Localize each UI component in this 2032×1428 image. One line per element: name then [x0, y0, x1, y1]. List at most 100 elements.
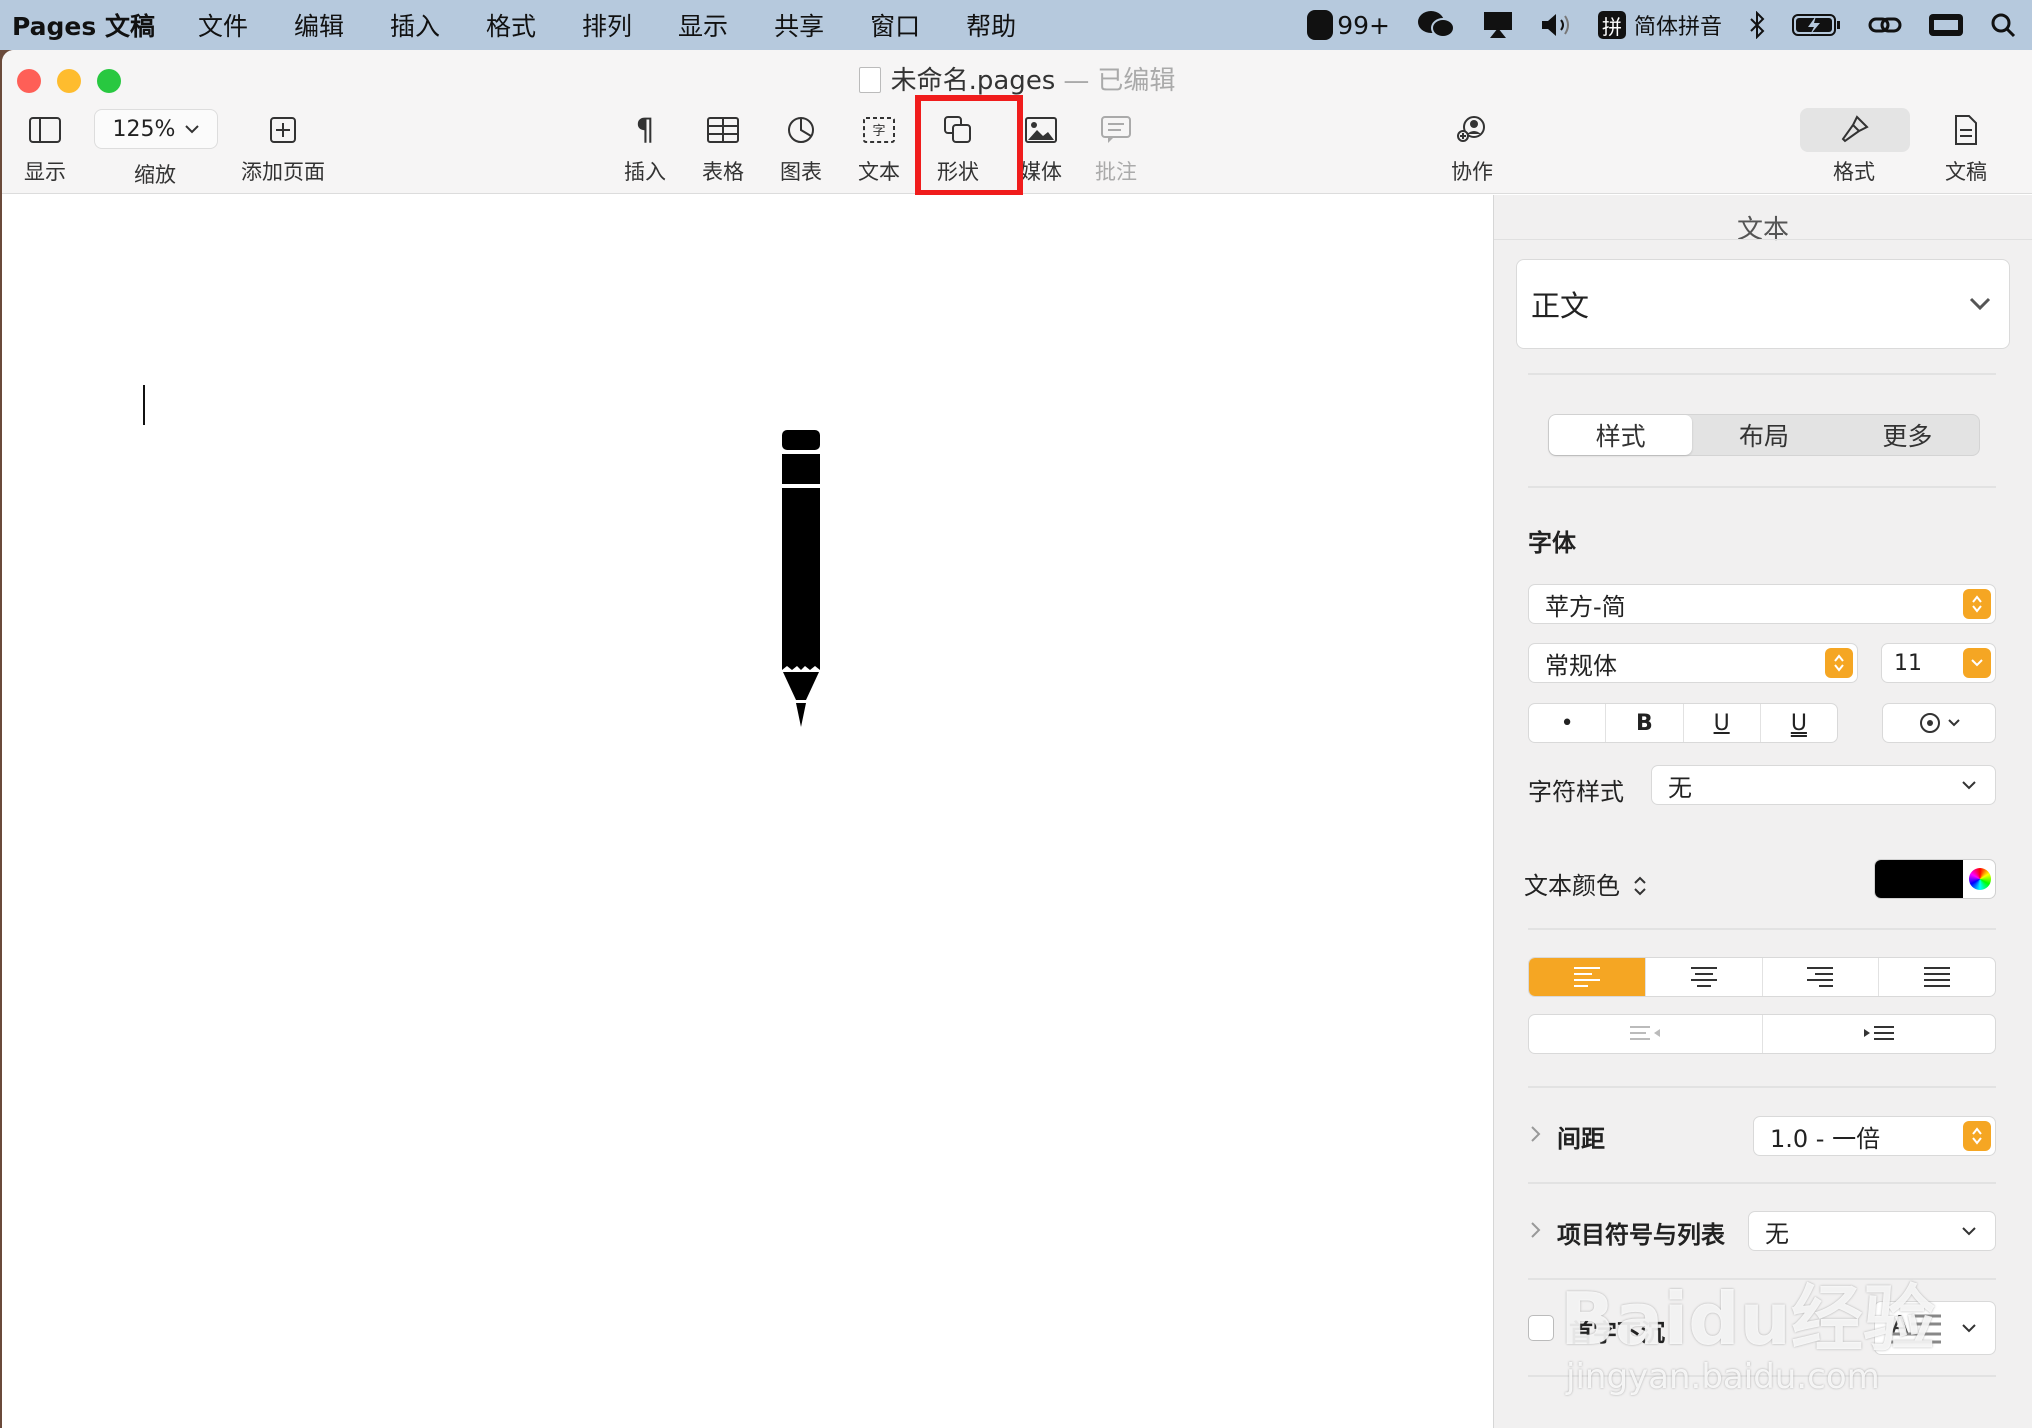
color-swatch: [1875, 860, 1963, 898]
format-inspector: 文本 正文 样式 布局 更多 字体 苹方-简 常规体 11 • B U U 字符…: [1493, 195, 2032, 1428]
increase-indent-button[interactable]: [1763, 1015, 1996, 1053]
insert-button[interactable]: ¶ 插入: [624, 108, 666, 186]
pencil-shape[interactable]: [782, 430, 822, 730]
align-right-button[interactable]: [1763, 958, 1880, 996]
table-icon: [707, 108, 739, 152]
dropcap-checkbox[interactable]: [1528, 1315, 1554, 1341]
double-underline-button[interactable]: U: [1761, 704, 1837, 742]
window-title: 未命名.pages — 已编辑: [2, 60, 2032, 97]
document-canvas[interactable]: [2, 195, 1493, 1428]
text-box-icon: 字: [863, 108, 895, 152]
chevron-down-icon: [1963, 648, 1991, 678]
divider: [1494, 239, 2032, 240]
comment-label: 批注: [1095, 160, 1137, 184]
font-weight-select[interactable]: 常规体: [1528, 643, 1858, 683]
spacing-value: 1.0 - 一倍: [1770, 1124, 1881, 1153]
char-style-select[interactable]: 无: [1651, 765, 1996, 805]
document-button[interactable]: 文稿: [1945, 108, 1987, 186]
justify-button[interactable]: [1879, 958, 1995, 996]
image-icon: [1025, 108, 1057, 152]
align-center-button[interactable]: [1646, 958, 1763, 996]
document-label: 文稿: [1945, 160, 1987, 184]
up-down-chevron-icon: [1633, 876, 1646, 896]
document-name: 未命名.pages: [890, 66, 1056, 96]
align-left-button[interactable]: [1529, 958, 1646, 996]
menu-view[interactable]: 显示: [678, 7, 728, 43]
advanced-options-button[interactable]: [1882, 703, 1996, 743]
view-button[interactable]: 显示: [24, 108, 66, 186]
text-color-label-text: 文本颜色: [1524, 872, 1620, 900]
chevron-right-icon[interactable]: [1530, 1221, 1542, 1239]
spotlight-search-icon[interactable]: [1990, 12, 2016, 38]
paragraph-style-select[interactable]: 正文: [1516, 259, 2010, 349]
menu-bar: Pages 文稿 文件 编辑 插入 格式 排列 显示 共享 窗口 帮助 99+ …: [0, 0, 2032, 50]
media-label: 媒体: [1020, 160, 1062, 184]
menu-app-name[interactable]: Pages 文稿: [12, 7, 155, 43]
bluetooth-icon[interactable]: [1748, 11, 1766, 39]
link-icon[interactable]: [1868, 13, 1902, 37]
ime-label: 简体拼音: [1633, 15, 1722, 40]
battery-icon[interactable]: [1792, 12, 1842, 38]
menu-window[interactable]: 窗口: [870, 7, 920, 43]
font-section-label: 字体: [1528, 529, 1576, 557]
wechat-icon[interactable]: [1416, 9, 1456, 41]
font-family-select[interactable]: 苹方-简: [1528, 584, 1996, 624]
inspector-title: 文本: [1736, 215, 1789, 245]
spacing-label[interactable]: 间距: [1557, 1119, 1605, 1154]
menu-insert[interactable]: 插入: [390, 7, 440, 43]
char-style-value: 无: [1668, 773, 1692, 802]
bullet-style-button[interactable]: •: [1529, 704, 1607, 742]
indent-buttons: [1528, 1014, 1996, 1054]
decrease-indent-icon: [1630, 1026, 1661, 1040]
menu-help[interactable]: 帮助: [966, 7, 1016, 43]
comment-button[interactable]: 批注: [1095, 108, 1137, 186]
text-color-well[interactable]: [1874, 859, 1996, 899]
format-button[interactable]: 格式: [1833, 108, 1875, 186]
font-weight-value: 常规体: [1545, 651, 1617, 680]
stepper-icon: [1963, 1121, 1991, 1151]
pages-window: 未命名.pages — 已编辑 显示 125% 缩放 添加页面 ¶ 插入 表格 图表: [2, 50, 2032, 1428]
add-page-label: 添加页面: [241, 160, 325, 184]
inspector-tabs: 样式 布局 更多: [1548, 414, 1980, 456]
media-button[interactable]: 媒体: [1020, 108, 1062, 186]
bullets-select[interactable]: 无: [1748, 1211, 1996, 1251]
underline-button[interactable]: U: [1684, 704, 1761, 742]
tab-layout[interactable]: 布局: [1692, 415, 1835, 455]
comment-icon: [1101, 108, 1131, 152]
input-method[interactable]: 拼 简体拼音: [1597, 9, 1722, 41]
bullets-label[interactable]: 项目符号与列表: [1557, 1215, 1725, 1250]
menu-file[interactable]: 文件: [198, 7, 248, 43]
notification-status[interactable]: 99+: [1307, 10, 1390, 40]
text-button[interactable]: 字 文本: [858, 108, 900, 186]
volume-icon[interactable]: [1540, 11, 1572, 39]
bold-button[interactable]: B: [1606, 704, 1684, 742]
add-page-button[interactable]: 添加页面: [241, 108, 325, 186]
menu-share[interactable]: 共享: [774, 7, 824, 43]
chevron-right-icon[interactable]: [1530, 1125, 1542, 1143]
watermark-url: jingyan.baidu.com: [1566, 1357, 1880, 1397]
airplay-icon[interactable]: [1482, 10, 1514, 40]
chevron-down-icon: [1969, 297, 1991, 311]
keyboard-icon[interactable]: [1928, 11, 1964, 39]
chart-button[interactable]: 图表: [780, 108, 822, 186]
tab-style[interactable]: 样式: [1549, 415, 1693, 455]
app-badge-icon: [1307, 10, 1334, 40]
collaborate-button[interactable]: 协作: [1451, 108, 1493, 186]
stepper-icon: [1825, 648, 1853, 678]
font-size-field[interactable]: 11: [1881, 643, 1996, 683]
align-center-icon: [1690, 967, 1717, 987]
svg-text:字: 字: [872, 124, 885, 139]
menu-edit[interactable]: 编辑: [294, 7, 344, 43]
zoom-select[interactable]: 125%: [94, 109, 218, 149]
text-color-label[interactable]: 文本颜色: [1524, 866, 1648, 901]
menu-arrange[interactable]: 排列: [582, 7, 632, 43]
color-wheel-icon[interactable]: [1969, 868, 1991, 890]
notification-count: 99+: [1337, 10, 1390, 40]
menu-format[interactable]: 格式: [486, 7, 536, 43]
spacing-select[interactable]: 1.0 - 一倍: [1753, 1116, 1996, 1156]
pilcrow-icon: ¶: [635, 112, 655, 148]
tab-more[interactable]: 更多: [1836, 415, 1979, 455]
decrease-indent-button[interactable]: [1529, 1015, 1763, 1053]
document-icon: [858, 67, 881, 93]
table-button[interactable]: 表格: [702, 108, 744, 186]
